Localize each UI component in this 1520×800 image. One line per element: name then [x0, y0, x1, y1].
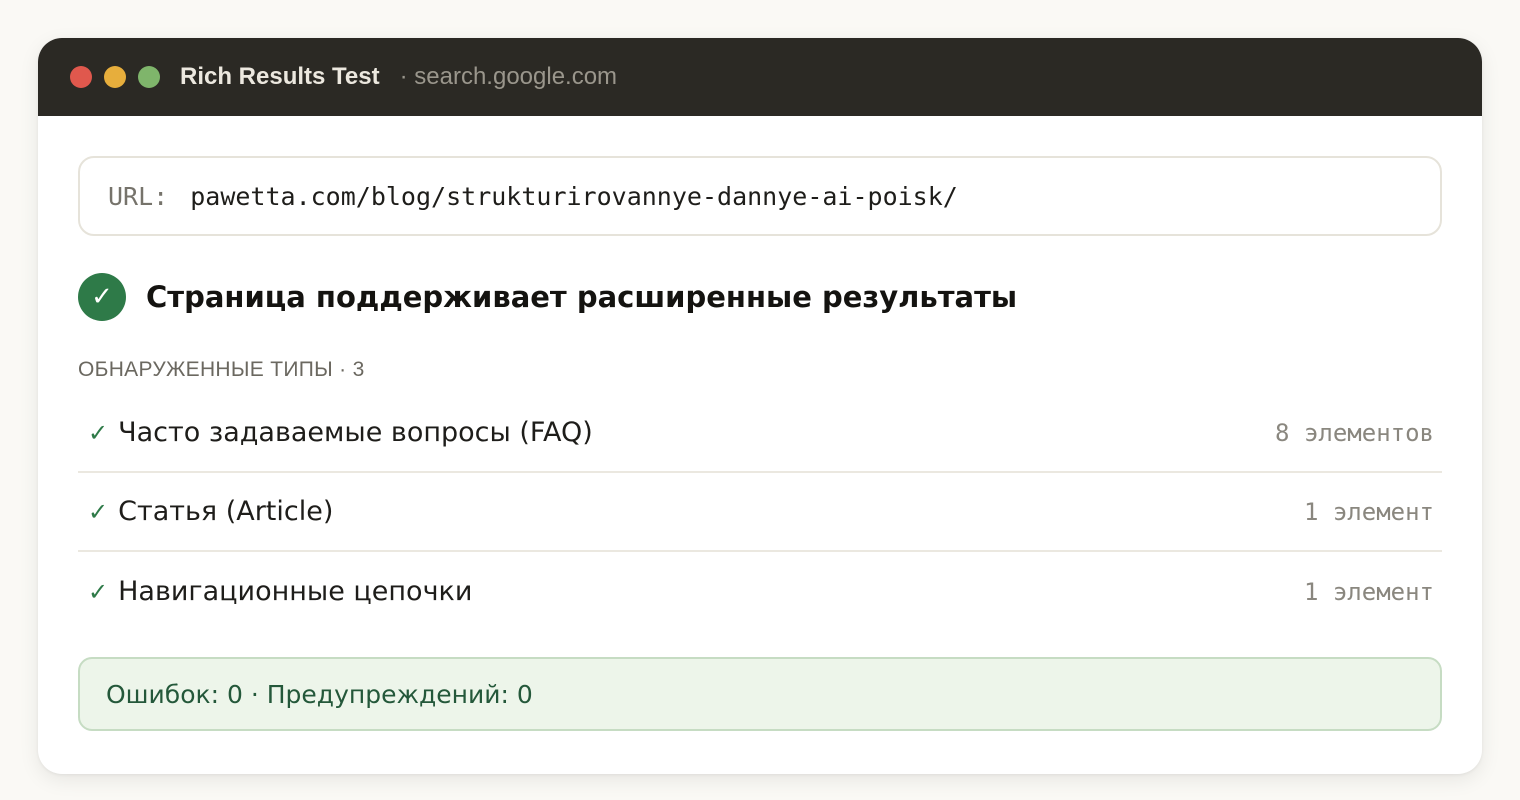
type-name: Навигационные цепочки	[118, 576, 473, 607]
type-row-breadcrumbs[interactable]: ✓ Навигационные цепочки 1 элемент	[78, 552, 1442, 631]
main-content: URL: pawetta.com/blog/strukturirovannye-…	[78, 156, 1442, 731]
close-window-button[interactable]	[70, 66, 92, 88]
type-count: 8 элементов	[1275, 418, 1434, 447]
status-text: Страница поддерживает расширенные резуль…	[146, 280, 1018, 314]
url-value[interactable]: pawetta.com/blog/strukturirovannye-danny…	[190, 182, 958, 211]
check-icon: ✓	[88, 418, 109, 447]
detected-types-list: ✓ Часто задаваемые вопросы (FAQ) 8 элеме…	[78, 394, 1442, 631]
window-domain: · search.google.com	[399, 63, 618, 90]
type-name: Часто задаваемые вопросы (FAQ)	[118, 417, 593, 448]
url-input[interactable]: URL: pawetta.com/blog/strukturirovannye-…	[78, 156, 1442, 236]
check-icon: ✓	[88, 497, 109, 526]
window-title: Rich Results Test	[180, 63, 380, 90]
detected-types-label: ОБНАРУЖЕННЫЕ ТИПЫ · 3	[78, 358, 365, 381]
type-row-faq[interactable]: ✓ Часто задаваемые вопросы (FAQ) 8 элеме…	[78, 394, 1442, 473]
maximize-window-button[interactable]	[138, 66, 160, 88]
type-name: Статья (Article)	[118, 496, 334, 527]
browser-window: Rich Results Test · search.google.com UR…	[38, 38, 1482, 774]
errors-summary: Ошибок: 0 · Предупреждений: 0	[78, 657, 1442, 731]
minimize-window-button[interactable]	[104, 66, 126, 88]
type-count: 1 элемент	[1303, 497, 1434, 526]
title-bar: Rich Results Test · search.google.com	[38, 38, 1482, 116]
type-row-article[interactable]: ✓ Статья (Article) 1 элемент	[78, 473, 1442, 552]
type-count: 1 элемент	[1303, 577, 1434, 606]
url-label: URL:	[108, 181, 169, 211]
status-banner: ✓ Страница поддерживает расширенные резу…	[78, 272, 1442, 322]
check-icon: ✓	[78, 273, 126, 321]
check-icon: ✓	[88, 577, 109, 606]
